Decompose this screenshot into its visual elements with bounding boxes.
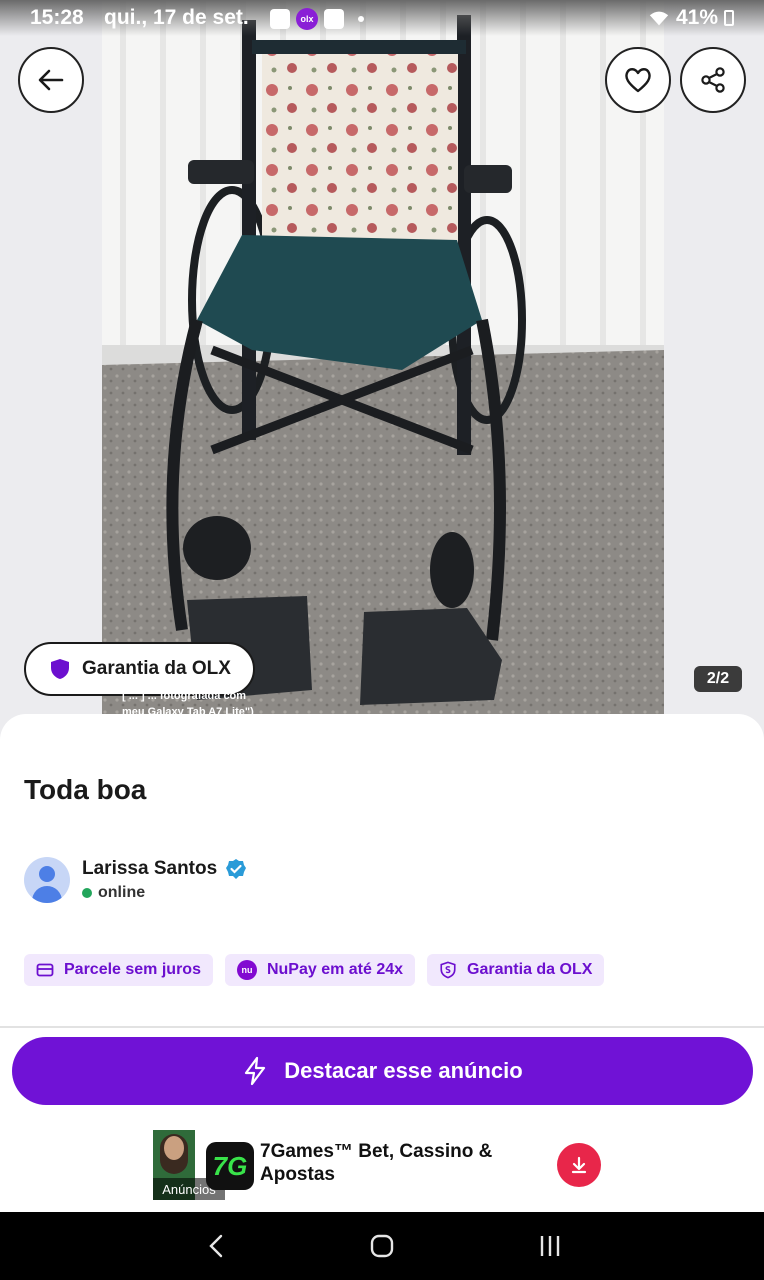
nav-home-button[interactable]	[362, 1230, 402, 1262]
listing-photo[interactable]	[102, 0, 664, 715]
ad-title[interactable]: 7Games™ Bet, Cassino & Apostas	[260, 1140, 520, 1186]
gallery-icon	[270, 9, 290, 29]
chevron-left-icon	[209, 1234, 223, 1258]
heart-icon	[625, 68, 651, 93]
download-icon	[571, 1156, 587, 1174]
payment-chips: Parcele sem juros nu NuPay em até 24x Ga…	[24, 954, 605, 986]
home-icon	[370, 1234, 394, 1258]
listing-title: Toda boa	[24, 774, 147, 805]
divider	[0, 1026, 764, 1028]
ad-banner[interactable]: Anúncios 7G 7Games™ Bet, Cassino & Apost…	[0, 1122, 764, 1212]
status-date: qui., 17 de set.	[104, 6, 249, 29]
chip-guarantee[interactable]: Garantia da OLX	[427, 954, 605, 986]
online-indicator	[82, 888, 92, 898]
notification-icons: olx	[270, 8, 364, 30]
more-notifications-icon	[358, 16, 364, 22]
system-navigation-bar	[0, 1212, 764, 1280]
ad-app-logo[interactable]: 7G	[206, 1142, 254, 1190]
battery-icon	[724, 10, 734, 26]
boost-ad-button[interactable]: Destacar esse anúncio	[12, 1037, 753, 1105]
seller-info[interactable]: Larissa Santos online	[24, 857, 247, 903]
chip-label: Garantia da OLX	[467, 961, 593, 978]
status-bar: 15:28 qui., 17 de set. olx 41%	[0, 0, 764, 36]
shield-dollar-icon	[440, 961, 456, 979]
seller-name: Larissa Santos	[82, 858, 218, 879]
nav-recent-apps-button[interactable]	[530, 1230, 570, 1262]
battery-percent: 41%	[675, 6, 718, 29]
photo-gallery[interactable]: 15:28 qui., 17 de set. olx 41% Garantia …	[0, 0, 764, 760]
seller-status: online	[98, 884, 146, 901]
chip-installments[interactable]: Parcele sem juros	[24, 954, 213, 986]
olx-app-icon: olx	[296, 8, 318, 30]
caption-line-1: [ ... ] ... fotografada com	[122, 690, 247, 702]
photo-counter: 2/2	[694, 666, 742, 692]
share-button[interactable]	[680, 47, 746, 113]
wifi-icon	[649, 11, 669, 26]
verified-badge-icon	[226, 859, 247, 879]
chip-label: Parcele sem juros	[64, 961, 201, 978]
instagram-icon	[324, 9, 344, 29]
system-indicators: 41%	[648, 6, 734, 30]
download-button[interactable]	[557, 1143, 601, 1187]
chip-nupay[interactable]: nu NuPay em até 24x	[224, 954, 416, 986]
wheelchair-photo	[102, 0, 664, 715]
avatar[interactable]	[24, 857, 70, 903]
chip-label: NuPay em até 24x	[266, 961, 404, 978]
arrow-left-icon	[38, 69, 64, 91]
nav-back-button[interactable]	[196, 1230, 236, 1262]
favorite-button[interactable]	[605, 47, 671, 113]
card-icon	[36, 963, 54, 977]
share-icon	[701, 67, 725, 93]
guarantee-label: Garantia da OLX	[82, 658, 231, 679]
recent-apps-icon	[540, 1236, 560, 1256]
nu-icon: nu	[236, 960, 257, 980]
back-button[interactable]	[18, 47, 84, 113]
lightning-icon	[245, 1056, 266, 1086]
boost-ad-label: Destacar esse anúncio	[284, 1058, 523, 1083]
status-time: 15:28	[30, 6, 84, 29]
shield-icon	[51, 659, 69, 679]
